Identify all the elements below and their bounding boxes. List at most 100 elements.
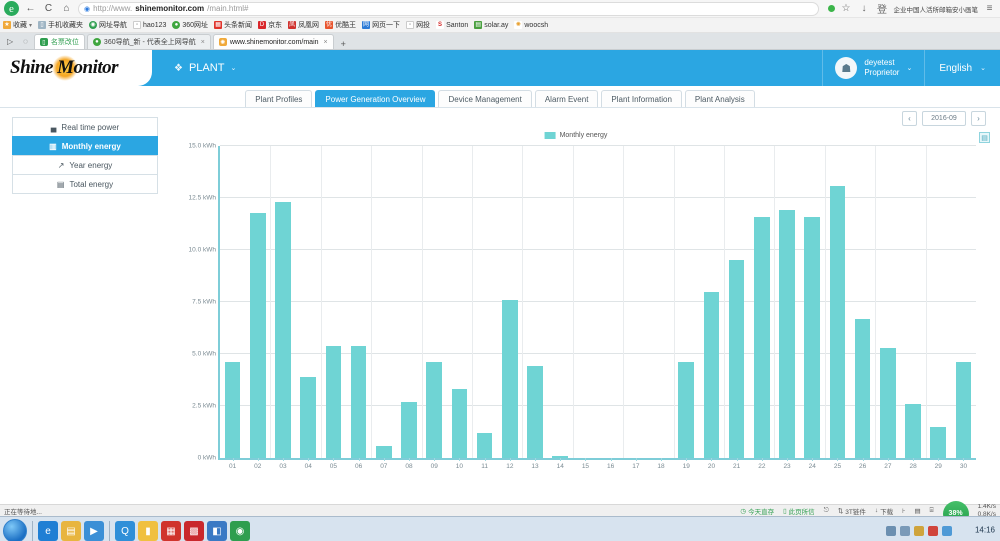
close-icon[interactable]: ×: [324, 39, 328, 46]
app-logo[interactable]: Shine Monitor: [0, 50, 152, 86]
chart-bar-slot[interactable]: 19: [674, 146, 699, 470]
chart-bar[interactable]: [451, 389, 468, 458]
ie-icon[interactable]: e: [38, 521, 58, 541]
chart-bar-slot[interactable]: 20: [699, 146, 724, 470]
nav-plant[interactable]: ❖ PLANT ⌄: [160, 50, 250, 86]
chart-bar-slot[interactable]: 07: [371, 146, 396, 470]
new-tab-button[interactable]: +: [336, 39, 351, 49]
user-icon[interactable]: 登: [876, 2, 889, 16]
app-blue-icon[interactable]: ◧: [207, 521, 227, 541]
chart-bar[interactable]: [249, 212, 266, 458]
chevron-down-icon[interactable]: ⌄: [230, 64, 236, 72]
chart-bar-slot[interactable]: 27: [875, 146, 900, 470]
chart-bar[interactable]: [804, 216, 821, 458]
status-tool-item[interactable]: ↓ 下载: [875, 506, 893, 516]
chart-bar[interactable]: [502, 299, 518, 458]
tab-plant-profiles[interactable]: Plant Profiles: [245, 90, 313, 107]
chart-bar-slot[interactable]: 09: [422, 146, 447, 470]
bookmark-star-icon[interactable]: ☆: [840, 2, 853, 15]
chart-bar-slot[interactable]: 14: [548, 146, 573, 470]
tab-power-generation-overview[interactable]: Power Generation Overview: [315, 90, 436, 107]
chart-bar[interactable]: [426, 362, 443, 458]
next-month-button[interactable]: ›: [971, 111, 986, 126]
chart-bar-slot[interactable]: 30: [951, 146, 976, 470]
status-tool-item[interactable]: ⎋: [824, 507, 829, 515]
sidebar-item-year-energy[interactable]: ↗ Year energy: [12, 155, 158, 175]
chart-bar-slot[interactable]: 23: [774, 146, 799, 470]
bookmark-item[interactable]: ▤ solar.ay: [474, 21, 508, 29]
chart-bar[interactable]: [930, 426, 947, 458]
chart-bar-slot[interactable]: 03: [270, 146, 295, 470]
chart-bar[interactable]: [779, 210, 795, 458]
save-image-icon[interactable]: ▤: [979, 132, 990, 143]
qq-icon[interactable]: Q: [115, 521, 135, 541]
bookmark-item[interactable]: 凤 凤凰网: [288, 20, 319, 30]
chart-bar[interactable]: [905, 403, 921, 458]
chart-bar[interactable]: [678, 362, 695, 458]
chart-bar-slot[interactable]: 18: [648, 146, 673, 470]
bookmark-item[interactable]: ▫ hao123: [133, 21, 166, 29]
cloud-sync-icon[interactable]: ◌: [19, 34, 32, 49]
chart-bar[interactable]: [829, 185, 846, 458]
back-icon[interactable]: ←: [24, 2, 37, 15]
chart-bar-slot[interactable]: 12: [497, 146, 522, 470]
chart-bar[interactable]: [350, 345, 367, 458]
status-tool-item[interactable]: ⊦: [902, 507, 905, 515]
status-tool-item[interactable]: ◷ 今天直存: [740, 506, 774, 516]
prev-month-button[interactable]: ‹: [902, 111, 917, 126]
browser-tab[interactable]: ● 360导航_新 - 代表全上网导航 ×: [86, 34, 211, 49]
app-red-icon[interactable]: ▦: [161, 521, 181, 541]
bookmark-item[interactable]: ▦ 头条新闻: [214, 20, 252, 30]
chart-bar[interactable]: [728, 260, 745, 458]
chart-bar[interactable]: [527, 366, 543, 458]
chart-bar[interactable]: [955, 362, 972, 458]
sidebar-item-total-energy[interactable]: ▤ Total energy: [12, 174, 158, 194]
media-icon[interactable]: ▶: [84, 521, 104, 541]
chart-bar-slot[interactable]: 01: [220, 146, 245, 470]
sidebar-item-monthly-energy[interactable]: ▥ Monthly energy: [12, 136, 158, 156]
chart-bar-slot[interactable]: 26: [850, 146, 875, 470]
reload-icon[interactable]: C: [42, 2, 55, 15]
chart-bar[interactable]: [754, 216, 770, 458]
chat-icon[interactable]: [928, 526, 938, 536]
chart-legend[interactable]: Monthly energy: [544, 132, 607, 139]
bookmark-item[interactable]: S Santon: [436, 21, 468, 29]
chevron-down-icon[interactable]: ⌄: [980, 64, 986, 72]
tab-plant-analysis[interactable]: Plant Analysis: [684, 90, 755, 107]
tab-alarm-event[interactable]: Alarm Event: [534, 90, 599, 107]
cloud-icon[interactable]: [942, 526, 952, 536]
shield-icon[interactable]: [914, 526, 924, 536]
chart-bar-slot[interactable]: 08: [396, 146, 421, 470]
browser-menu-icon[interactable]: ≡: [983, 2, 996, 15]
address-bar[interactable]: ◉ http://www. shinemonitor.com /main.htm…: [78, 1, 819, 16]
chart-bar[interactable]: [325, 345, 342, 458]
chart-bar[interactable]: [300, 376, 317, 458]
bookmark-item[interactable]: 网 网页一下: [362, 20, 400, 30]
chart-bar[interactable]: [854, 318, 871, 458]
sidebar-item-real-time-power[interactable]: ▄ Real time power: [12, 117, 158, 137]
bookmark-item[interactable]: ★ 收藏 ▾: [3, 20, 32, 30]
chart-bar-slot[interactable]: 29: [926, 146, 951, 470]
chart-bar-slot[interactable]: 10: [447, 146, 472, 470]
chart-bar-slot[interactable]: 16: [598, 146, 623, 470]
taskbar-clock[interactable]: 14:16: [975, 526, 995, 536]
chart-bar-slot[interactable]: 02: [245, 146, 270, 470]
language-selector[interactable]: English ⌄: [924, 50, 1000, 86]
chart-bar-slot[interactable]: 17: [623, 146, 648, 470]
tab-list-icon[interactable]: ▷: [3, 34, 17, 49]
chart-bar-slot[interactable]: 05: [321, 146, 346, 470]
status-tool-item[interactable]: ▤: [915, 507, 921, 515]
chart-bar-slot[interactable]: 13: [522, 146, 547, 470]
chevron-down-icon[interactable]: ⌄: [906, 64, 912, 72]
chart-bar-slot[interactable]: 11: [472, 146, 497, 470]
chart-bar-slot[interactable]: 21: [724, 146, 749, 470]
tab-device-management[interactable]: Device Management: [438, 90, 532, 107]
user-menu[interactable]: ☗ deyetest Proprietor ⌄: [822, 50, 924, 86]
explorer-icon[interactable]: ▤: [61, 521, 81, 541]
bookmark-item[interactable]: ✺ woocsh: [514, 21, 548, 29]
app-red2-icon[interactable]: ▩: [184, 521, 204, 541]
chart-bar-slot[interactable]: 25: [825, 146, 850, 470]
home-icon[interactable]: ⌂: [60, 2, 73, 15]
chart-bar[interactable]: [224, 362, 241, 458]
download-icon[interactable]: ↓: [858, 2, 871, 15]
